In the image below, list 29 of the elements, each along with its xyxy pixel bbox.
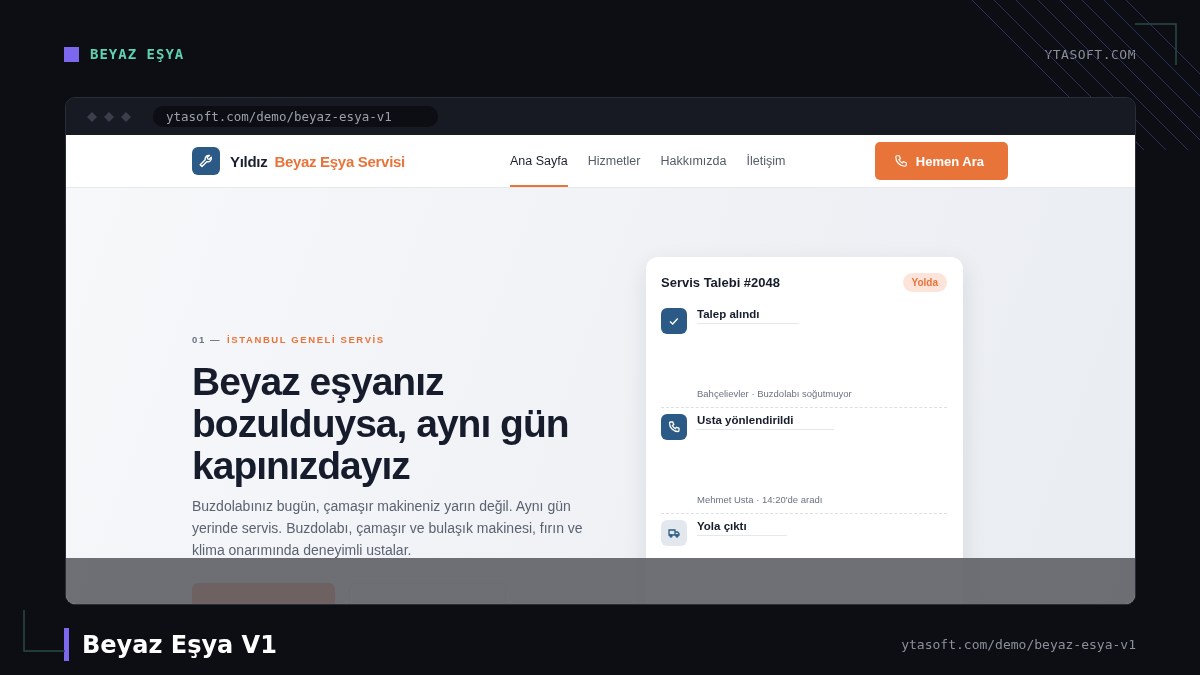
step-title: Yola çıktı <box>697 520 787 536</box>
brand-subtitle: Beyaz Eşya Servisi <box>274 152 405 170</box>
accent-bar <box>64 628 69 661</box>
site-name: YTASOFT.COM <box>1044 46 1136 62</box>
status-badge: Yolda <box>902 273 947 292</box>
section-number: 01 — <box>192 334 222 345</box>
hero-heading: Beyaz eşyanız bozulduysa, aynı gün kapınızdayız <box>192 361 570 487</box>
window-dots-icon <box>87 111 131 122</box>
nav-link[interactable]: İletişim <box>746 135 786 187</box>
demo-url: ytasoft.com/demo/beyaz-esya-v1 <box>901 637 1136 652</box>
square-icon <box>64 46 79 62</box>
step-detail: Bahçelievler · Buzdolabı soğutmuyor <box>696 388 853 399</box>
nav-link[interactable]: Hizmetler <box>587 135 641 187</box>
brand-name: Yıldız <box>230 152 268 170</box>
page-title: Beyaz Eşya V1 <box>82 630 277 659</box>
corner-bracket-icon <box>23 610 65 652</box>
step-title: Talep alındı <box>697 308 800 324</box>
hero-description: Buzdolabınız bugün, çamaşır makineniz yarın değil. Aynı gün yerinde servis. Buzdolabı, çamaşır ve bulaşık makinesi, fırın ve klima onarımında deneyimli ustalar. <box>192 497 584 560</box>
step-title: Usta yönlendirildi <box>697 414 834 430</box>
wrench-icon <box>192 147 220 175</box>
category-label: BEYAZ EŞYA <box>90 46 185 62</box>
corner-bracket-icon <box>1135 23 1177 65</box>
address-bar[interactable]: ytasoft.com/demo/beyaz-esya-v1 <box>153 106 438 127</box>
section-eyebrow: İSTANBUL GENELİ SERVİS <box>227 334 385 345</box>
nav-link[interactable]: Ana Sayfa <box>510 135 568 187</box>
step-detail: Mehmet Usta · 14:20'de aradı <box>696 494 824 505</box>
nav-link[interactable]: Hakkımızda <box>660 135 727 187</box>
phone-icon <box>893 154 908 168</box>
card-title: Servis Talebi #2048 <box>661 275 780 290</box>
